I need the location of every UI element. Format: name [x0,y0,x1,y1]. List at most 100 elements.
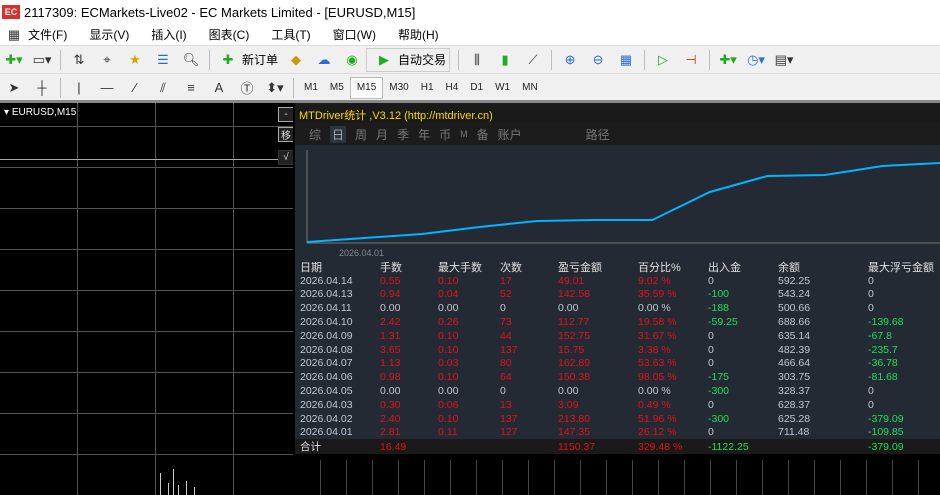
tile-windows-icon[interactable]: ▦ [615,50,637,70]
menu-help[interactable]: 帮助(H) [398,26,439,43]
cell-lots: 1.13 [380,357,401,370]
cell-deposits: 0 [708,274,714,287]
tab-notes[interactable]: 备 [477,126,489,143]
table-row: 2026.04.08 3.65 0.10 137 15.75 3.38 % 0 482.39 -… [295,343,940,357]
menu-tools[interactable]: 工具(T) [271,26,310,43]
app-logo-icon: EC [2,5,20,19]
separator [644,49,646,70]
tab-m[interactable]: M [460,129,468,139]
price-chart[interactable]: ▾ EURUSD,M15 - 移 √ [0,103,293,495]
col-max-lots: 最大手数 [438,261,482,274]
periods-clock-icon[interactable]: ◷▾ [745,50,767,70]
separator [293,77,294,98]
total-profit: 1150.37 [558,440,596,453]
menu-window[interactable]: 窗口(W) [333,26,376,43]
cell-percent: 26.12 % [638,426,677,439]
cell-deposits: 0 [708,329,714,342]
templates-icon[interactable]: ▤▾ [773,50,795,70]
tester-icon[interactable]: 🔍︎ [180,50,202,70]
signals-icon[interactable]: ◉ [341,50,363,70]
cell-lots: 0.30 [380,398,401,411]
auto-trading-button[interactable]: ▶ 自动交易 [366,47,451,72]
new-chart-icon[interactable]: ✚▾ [3,50,25,70]
tab-monthly[interactable]: 月 [376,126,388,143]
cell-max-lots: 0.04 [438,288,459,301]
timeframe-mn[interactable]: MN [516,77,544,99]
text-icon[interactable]: A [208,78,230,98]
cell-profit: 0.00 [558,302,579,315]
chart-shift-icon[interactable]: ⊣ [680,50,702,70]
timeframe-h4[interactable]: H4 [440,77,465,99]
new-order-button[interactable]: ✚ 新订单 [214,50,278,70]
cell-date: 2026.04.06 [300,371,353,384]
total-max-drawdown: -379.09 [868,440,904,453]
timeframe-w1[interactable]: W1 [489,77,516,99]
terminal-icon[interactable]: ☰ [152,50,174,70]
separator [709,49,711,70]
zoom-in-icon[interactable]: ⊕ [559,50,581,70]
cell-lots: 3.65 [380,343,401,356]
line-chart-icon[interactable]: ⟋ [522,50,544,70]
cell-lots: 2.81 [380,426,401,439]
autoscroll-icon[interactable]: ▷ [652,50,674,70]
bar-chart-icon[interactable]: ⫼ [466,50,488,70]
cell-percent: 51.96 % [638,412,677,425]
app-menu-icon[interactable]: ▦ [3,25,25,45]
tab-account[interactable]: 账户 [498,126,522,143]
timeframe-h1[interactable]: H1 [415,77,440,99]
timeframe-m5[interactable]: M5 [324,77,350,99]
zoom-out-icon[interactable]: ⊖ [587,50,609,70]
equity-chart-svg: 2026.04.01 [306,150,940,258]
tab-quarterly[interactable]: 季 [397,126,409,143]
menu-view[interactable]: 显示(V) [89,26,129,43]
cell-balance: 328.37 [778,385,811,398]
stats-tabs: 综 日 周 月 季 年 币 M 备 账户 路径 [295,123,940,145]
total-row: 合计 16.49 1150.37 329.48 % -1122.25 -379.… [295,439,940,455]
tab-currency[interactable]: 币 [439,126,451,143]
horizontal-line-icon[interactable]: — [96,78,118,98]
cell-trades: 0 [500,302,506,315]
tab-daily[interactable]: 日 [330,125,347,143]
trendline-icon[interactable]: ⁄ [124,78,146,98]
tab-yearly[interactable]: 年 [418,126,430,143]
timeframe-d1[interactable]: D1 [464,77,489,99]
indicators-icon[interactable]: ✚▾ [717,50,739,70]
cell-profit: 112.77 [558,316,590,329]
cell-date: 2026.04.11 [300,302,352,315]
tab-summary[interactable]: 综 [309,126,321,143]
move-panel-button[interactable]: 移 [278,127,293,142]
timeframe-m30[interactable]: M30 [383,77,414,99]
cell-max-lots: 0.10 [438,274,459,287]
arrows-icon[interactable]: ⬍▾ [264,78,286,98]
cloud-icon[interactable]: ☁ [313,50,335,70]
check-button[interactable]: √ [278,150,293,165]
channel-icon[interactable]: ⫽ [152,78,174,98]
cell-percent: 0.00 % [638,385,671,398]
minimize-panel-button[interactable]: - [278,107,293,122]
crosshair-tool-icon[interactable]: ┼ [31,78,53,98]
timeframe-m15[interactable]: M15 [349,76,384,99]
menu-insert[interactable]: 插入(I) [151,26,186,43]
total-percent: 329.48 % [638,440,683,453]
cell-balance: 625.28 [778,412,811,425]
tab-weekly[interactable]: 周 [355,126,367,143]
market-watch-icon[interactable]: ⇅ [68,50,90,70]
cell-max-lots: 0.00 [438,385,459,398]
menu-file[interactable]: 文件(F) [28,26,67,43]
menu-charts[interactable]: 图表(C) [209,26,250,43]
cell-max-drawdown: 0 [868,385,874,398]
col-balance: 余额 [778,261,800,274]
fibonacci-icon[interactable]: ≡ [180,78,202,98]
cell-deposits: -175 [708,371,730,384]
tab-path[interactable]: 路径 [586,126,610,143]
crosshair-icon[interactable]: ⌖ [96,50,118,70]
navigator-icon[interactable]: ★ [124,50,146,70]
cursor-icon[interactable]: ➤ [3,78,25,98]
profiles-icon[interactable]: ▭▾ [31,50,53,70]
timeframe-m1[interactable]: M1 [298,77,324,99]
candlestick-icon[interactable]: ▮ [494,50,516,70]
metaeditor-icon[interactable]: ◆ [285,50,307,70]
vertical-line-icon[interactable]: | [68,78,90,98]
text-label-icon[interactable]: Ⓣ [236,78,258,98]
cell-date: 2026.04.05 [300,385,353,398]
